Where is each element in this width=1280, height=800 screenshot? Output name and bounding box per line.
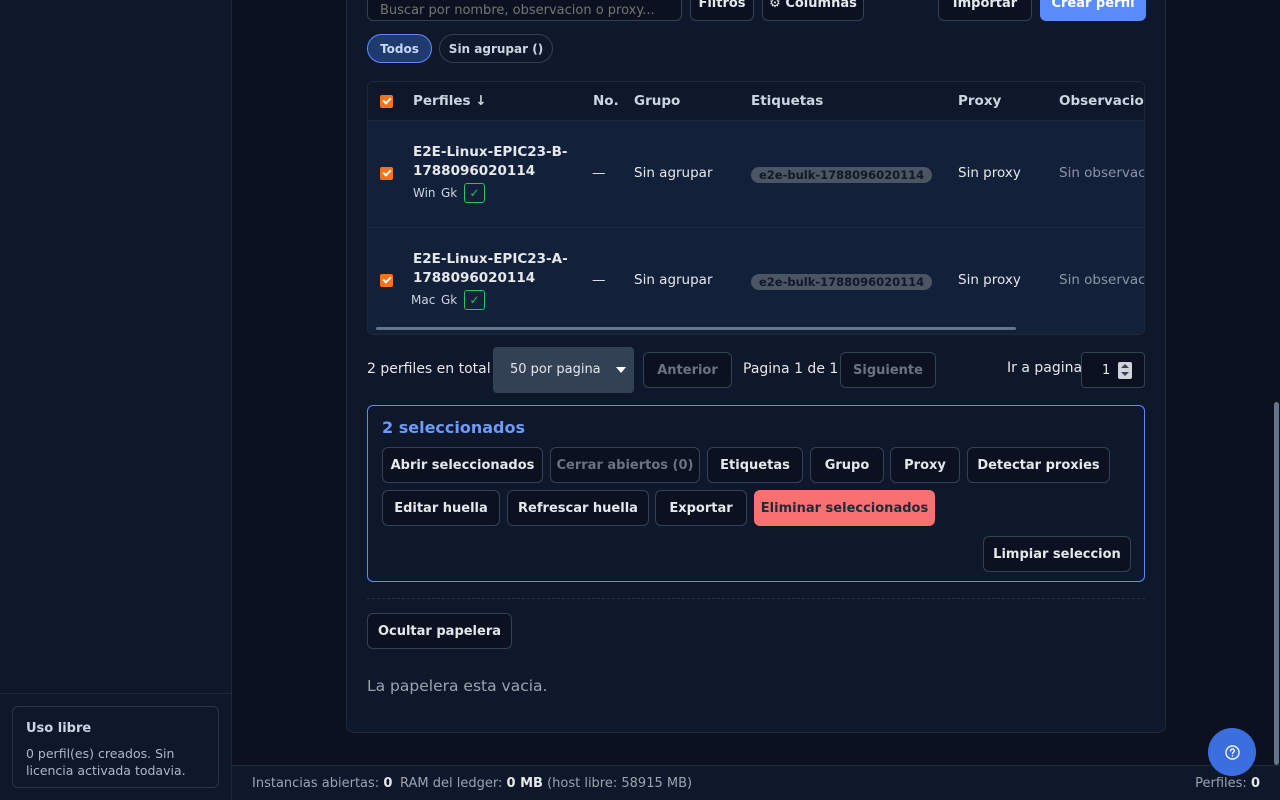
- scroll-thumb[interactable]: [1274, 402, 1279, 765]
- profile-name[interactable]: E2E-Linux-EPIC23-B-1788096020114: [413, 143, 573, 181]
- header-number[interactable]: No.: [593, 93, 619, 109]
- profiles-label: Perfiles:: [1195, 776, 1247, 791]
- goto-page-label: Ir a pagina: [1007, 360, 1083, 376]
- per-page-select[interactable]: 50 por pagina: [493, 347, 634, 393]
- selection-actions: 2 seleccionados Abrir seleccionados Cerr…: [367, 405, 1145, 582]
- stepper-icon[interactable]: [1118, 362, 1132, 379]
- profile-name[interactable]: E2E-Linux-EPIC23-A-1788096020114: [413, 250, 573, 288]
- import-button[interactable]: Importar: [938, 0, 1032, 21]
- engine-chip: Gk: [441, 186, 458, 200]
- select-all-checkbox[interactable]: [380, 95, 393, 108]
- profiles-table: Perfiles ↓ No. Grupo Etiquetas Proxy Obs…: [367, 81, 1145, 335]
- row-checkbox[interactable]: [380, 167, 393, 180]
- trash-empty-text: La papelera esta vacia.: [367, 677, 548, 695]
- group-pill-ungrouped[interactable]: Sin agrupar (): [439, 34, 553, 63]
- proxy-button[interactable]: Proxy: [890, 447, 960, 483]
- license-title: Uso libre: [26, 721, 92, 736]
- profiles-value: 0: [1250, 776, 1260, 791]
- sidebar: Uso libre 0 perfil(es) creados. Sin lice…: [0, 0, 232, 800]
- help-button[interactable]: [1208, 728, 1256, 776]
- check-icon: ✓: [464, 183, 485, 203]
- header-profiles[interactable]: Perfiles ↓: [413, 93, 487, 109]
- goto-page-input[interactable]: 1: [1081, 352, 1145, 388]
- row-checkbox[interactable]: [380, 274, 393, 287]
- open-selected-button[interactable]: Abrir seleccionados: [382, 447, 543, 483]
- check-icon: ✓: [464, 290, 485, 310]
- hide-trash-button[interactable]: Ocultar papelera: [367, 613, 512, 649]
- ram-label: RAM del ledger:: [400, 776, 503, 791]
- profile-tag: e2e-bulk-1788096020114: [751, 274, 933, 290]
- host-free: (host libre: 58915 MB): [547, 776, 693, 791]
- caret-down-icon: [616, 367, 626, 373]
- table-horizontal-scrollbar[interactable]: [376, 327, 1016, 330]
- os-chip: Win: [413, 186, 436, 200]
- help-icon: [1224, 744, 1240, 760]
- status-ram: RAM del ledger: 0 MB (host libre: 58915 …: [400, 776, 692, 791]
- status-profiles: Perfiles: 0: [1195, 776, 1260, 791]
- profile-tag: e2e-bulk-1788096020114: [751, 167, 933, 183]
- next-page-button[interactable]: Siguiente: [840, 352, 936, 388]
- sidebar-divider: [0, 693, 232, 694]
- section-divider: [367, 598, 1145, 599]
- profiles-panel: Filtros ⚙ Columnas Importar Crear perfil…: [346, 0, 1166, 733]
- search-input[interactable]: [367, 0, 682, 21]
- os-chip: Mac: [411, 293, 436, 307]
- status-instances: Instancias abiertas: 0: [252, 776, 392, 791]
- profile-proxy: Sin proxy: [958, 165, 1021, 181]
- table-row[interactable]: E2E-Linux-EPIC23-A-1788096020114 Mac Gk …: [368, 228, 1145, 334]
- profile-notes: Sin observaci: [1059, 272, 1145, 288]
- profile-number: —: [592, 165, 606, 181]
- table-header: Perfiles ↓ No. Grupo Etiquetas Proxy Obs…: [368, 82, 1144, 121]
- instances-label: Instancias abiertas:: [252, 776, 380, 791]
- refresh-fingerprint-button[interactable]: Refrescar huella: [507, 490, 649, 526]
- goto-page-value: 1: [1102, 363, 1111, 378]
- status-bar: Instancias abiertas: 0 RAM del ledger: 0…: [232, 765, 1280, 800]
- group-pill-all[interactable]: Todos: [367, 34, 432, 63]
- detect-proxies-button[interactable]: Detectar proxies: [967, 447, 1110, 483]
- clear-selection-button[interactable]: Limpiar seleccion: [983, 536, 1131, 572]
- profile-notes: Sin observaci: [1059, 165, 1145, 181]
- columns-button[interactable]: ⚙ Columnas: [762, 0, 864, 21]
- delete-selected-button[interactable]: Eliminar seleccionados: [754, 490, 935, 526]
- header-group[interactable]: Grupo: [634, 93, 680, 109]
- filters-button[interactable]: Filtros: [690, 0, 754, 21]
- export-button[interactable]: Exportar: [655, 490, 747, 526]
- license-card: Uso libre 0 perfil(es) creados. Sin lice…: [12, 706, 219, 788]
- group-button[interactable]: Grupo: [810, 447, 884, 483]
- selection-count: 2 seleccionados: [382, 418, 526, 437]
- profile-group: Sin agrupar: [634, 272, 713, 288]
- close-open-button[interactable]: Cerrar abiertos (0): [550, 447, 700, 483]
- header-notes[interactable]: Observacion: [1059, 93, 1144, 109]
- profile-proxy: Sin proxy: [958, 272, 1021, 288]
- total-count: 2 perfiles en total: [367, 361, 491, 377]
- engine-chip: Gk: [441, 293, 458, 307]
- ram-value: 0 MB: [506, 776, 543, 791]
- page-info: Pagina 1 de 1: [743, 361, 839, 377]
- header-tags[interactable]: Etiquetas: [751, 93, 823, 109]
- main-scrollbar[interactable]: [1272, 0, 1280, 765]
- license-text: 0 perfil(es) creados. Sin licencia activ…: [26, 746, 186, 778]
- profile-number: —: [592, 272, 606, 288]
- tags-button[interactable]: Etiquetas: [707, 447, 803, 483]
- instances-value: 0: [383, 776, 393, 791]
- table-row[interactable]: E2E-Linux-EPIC23-B-1788096020114 Win Gk …: [368, 121, 1145, 228]
- create-profile-button[interactable]: Crear perfil: [1040, 0, 1146, 21]
- per-page-value: 50 por pagina: [510, 362, 601, 377]
- edit-fingerprint-button[interactable]: Editar huella: [382, 490, 500, 526]
- header-proxy[interactable]: Proxy: [958, 93, 1001, 109]
- profile-group: Sin agrupar: [634, 165, 713, 181]
- prev-page-button[interactable]: Anterior: [643, 352, 732, 388]
